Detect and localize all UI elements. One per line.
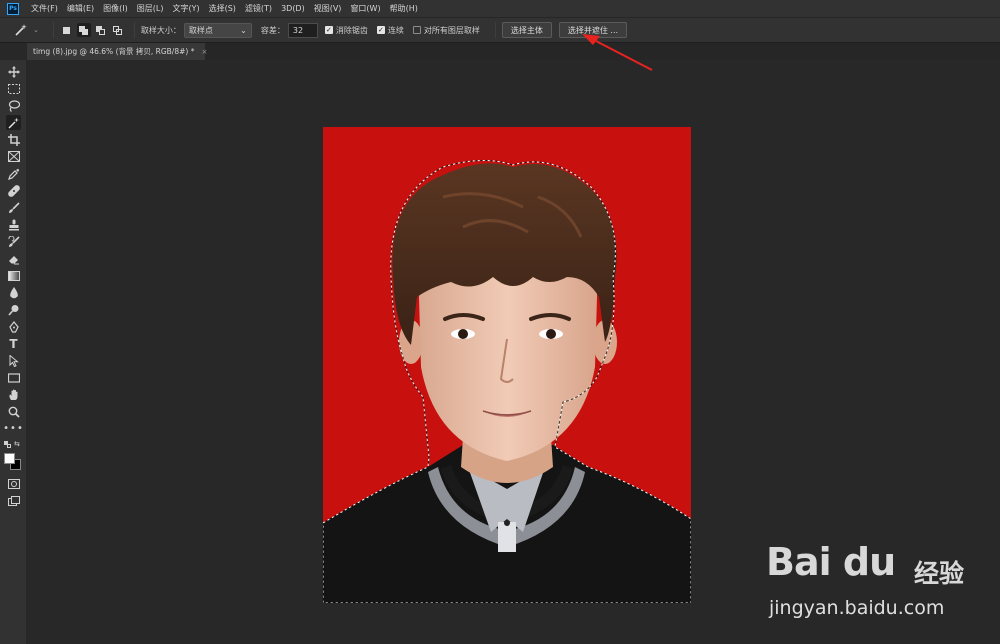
type-tool-icon[interactable]: T (6, 336, 21, 351)
blur-tool-icon[interactable] (6, 285, 21, 300)
history-brush-tool-icon[interactable] (6, 234, 21, 249)
select-subject-button[interactable]: 选择主体 (501, 22, 552, 38)
menu-type[interactable]: 文字(Y) (172, 3, 199, 14)
more-tools-icon[interactable]: ••• (3, 421, 23, 436)
menu-select[interactable]: 选择(S) (209, 3, 236, 14)
document-tab-bar: timg (8).jpg @ 46.6% (背景 拷贝, RGB/8#) * × (27, 43, 1000, 60)
document-tab-title: timg (8).jpg @ 46.6% (背景 拷贝, RGB/8#) * (33, 47, 195, 56)
document-tab[interactable]: timg (8).jpg @ 46.6% (背景 拷贝, RGB/8#) * × (27, 43, 207, 60)
default-colors-icon[interactable] (4, 441, 11, 448)
checkmark-icon: ✓ (324, 26, 333, 34)
baidu-jingyan-watermark: Bai du 经验 jingyan.baidu.com (766, 540, 991, 635)
photoshop-logo: Ps (7, 2, 19, 15)
brush-tool-icon[interactable] (6, 200, 21, 215)
screen-mode-icon[interactable] (6, 493, 21, 508)
chevron-down-icon: ⌄ (240, 25, 247, 35)
select-and-mask-button[interactable]: 选择并遮住 ... (558, 22, 628, 38)
zoom-tool-icon[interactable] (6, 404, 21, 419)
checkbox-empty-icon (412, 26, 421, 34)
pen-tool-icon[interactable] (6, 319, 21, 334)
new-selection-mode-button[interactable] (60, 23, 74, 37)
antialias-label: 消除锯齿 (335, 25, 368, 35)
sample-size-label: 取样大小： (140, 25, 181, 35)
menu-3d[interactable]: 3D(D) (281, 4, 305, 13)
contiguous-checkbox[interactable]: ✓ 连续 (376, 25, 404, 36)
menu-image[interactable]: 图像(I) (103, 3, 128, 14)
gradient-tool-icon[interactable] (6, 268, 21, 283)
divider (133, 22, 135, 38)
eyedropper-tool-icon[interactable] (6, 166, 21, 181)
tolerance-input[interactable]: 32 (287, 22, 318, 38)
foreground-color-swatch[interactable] (4, 453, 15, 464)
document-image[interactable] (323, 127, 691, 603)
rectangle-tool-icon[interactable] (6, 370, 21, 385)
menu-file[interactable]: 文件(F) (31, 3, 58, 14)
swap-colors-icon[interactable]: ⇆ (14, 440, 20, 448)
dodge-tool-icon[interactable] (6, 302, 21, 317)
watermark-brand: 经验 (914, 559, 965, 588)
divider (494, 22, 496, 38)
chevron-down-icon[interactable]: ⌄ (33, 26, 39, 34)
antialias-checkbox[interactable]: ✓ 消除锯齿 (324, 25, 368, 36)
close-icon[interactable]: × (201, 48, 207, 56)
sample-size-value: 取样点 (188, 25, 213, 35)
watermark-logo: Bai du (766, 540, 896, 584)
magic-wand-tool-preset-icon[interactable] (10, 21, 32, 39)
menu-help[interactable]: 帮助(H) (390, 3, 418, 14)
clone-stamp-tool-icon[interactable] (6, 217, 21, 232)
intersect-selection-mode-button[interactable] (111, 23, 125, 37)
checkmark-icon: ✓ (376, 26, 385, 34)
healing-brush-tool-icon[interactable] (6, 183, 21, 198)
quick-mask-icon[interactable] (6, 476, 21, 491)
magic-wand-tool-icon[interactable] (6, 115, 21, 130)
menu-view[interactable]: 视图(V) (314, 3, 342, 14)
tolerance-label: 容差： (260, 25, 285, 35)
add-to-selection-mode-button[interactable] (76, 23, 91, 37)
contiguous-label: 连续 (387, 25, 404, 35)
lasso-tool-icon[interactable] (6, 98, 21, 113)
path-selection-tool-icon[interactable] (6, 353, 21, 368)
frame-tool-icon[interactable] (6, 149, 21, 164)
watermark-url: jingyan.baidu.com (769, 597, 945, 619)
portrait-photo (323, 163, 691, 603)
menu-edit[interactable]: 编辑(E) (67, 3, 94, 14)
sample-size-select[interactable]: 取样点 ⌄ (183, 22, 252, 38)
hand-tool-icon[interactable] (6, 387, 21, 402)
menu-bar: Ps 文件(F) 编辑(E) 图像(I) 图层(L) 文字(Y) 选择(S) 滤… (0, 0, 1000, 17)
sample-all-layers-label: 对所有图层取样 (423, 25, 480, 35)
sample-all-layers-checkbox[interactable]: 对所有图层取样 (412, 25, 480, 36)
marquee-tool-icon[interactable] (6, 81, 21, 96)
crop-tool-icon[interactable] (6, 132, 21, 147)
tools-panel: T ••• ⇆ (0, 60, 27, 644)
options-bar: ⌄ 取样大小： 取样点 ⌄ 容差： 32 ✓ 消除锯齿 ✓ 连续 对所有图层取样… (0, 17, 1000, 43)
menu-filter[interactable]: 滤镜(T) (245, 3, 272, 14)
move-tool-icon[interactable] (6, 64, 21, 79)
eraser-tool-icon[interactable] (6, 251, 21, 266)
menu-layer[interactable]: 图层(L) (137, 3, 164, 14)
subtract-from-selection-mode-button[interactable] (94, 23, 108, 37)
divider (52, 22, 54, 38)
menu-window[interactable]: 窗口(W) (350, 3, 380, 14)
